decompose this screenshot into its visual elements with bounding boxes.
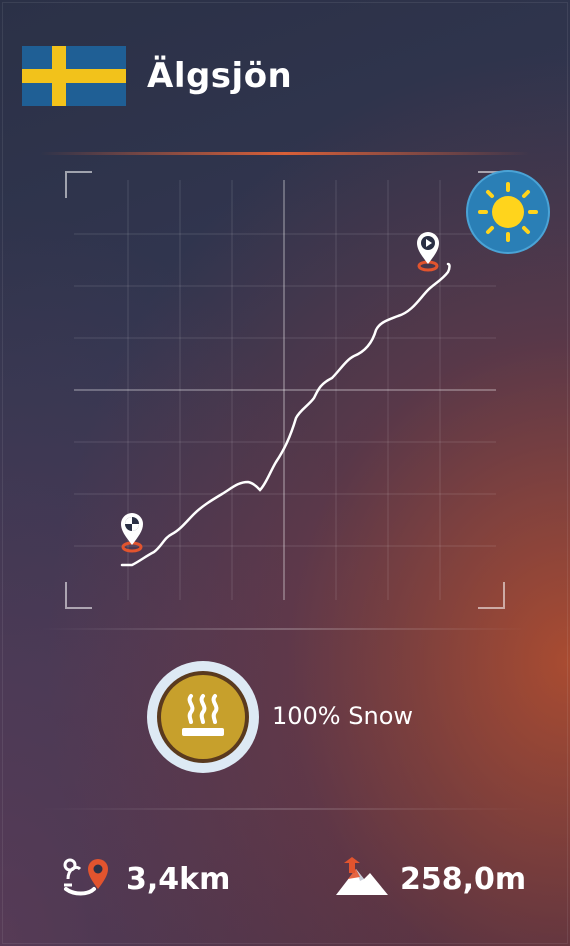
map-divider xyxy=(40,628,530,630)
route-line xyxy=(120,262,451,567)
stage-title: Älgsjön xyxy=(147,56,293,96)
distance-value: 3,4km xyxy=(126,861,231,897)
distance-stat: 3,4km xyxy=(60,852,230,906)
heated-surface-icon xyxy=(146,660,260,774)
sun-icon xyxy=(466,170,550,254)
track-map xyxy=(62,168,508,612)
header-divider xyxy=(40,152,530,155)
elevation-value: 258,0m xyxy=(400,861,527,897)
start-pin-icon xyxy=(121,513,143,553)
stage-header xyxy=(22,45,126,107)
finish-pin-icon xyxy=(417,232,439,272)
route-distance-icon xyxy=(60,855,116,903)
stats-divider xyxy=(40,808,530,810)
stage-card: Älgsjön 100% Snow 3,4km 258,0m xyxy=(0,0,570,946)
surface-label: 100% Snow xyxy=(272,702,413,730)
elevation-stat: 258,0m xyxy=(334,852,526,906)
elevation-gain-icon xyxy=(334,855,390,903)
sweden-flag-icon xyxy=(22,46,126,106)
